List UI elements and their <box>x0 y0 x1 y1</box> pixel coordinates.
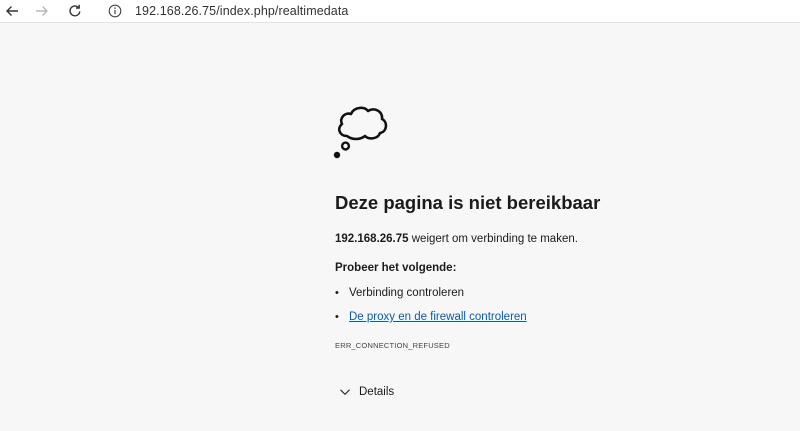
error-host: 192.168.26.75 <box>335 233 409 245</box>
error-code: ERR_CONNECTION_REFUSED <box>335 341 450 350</box>
chevron-down-icon <box>339 386 351 398</box>
details-label: Details <box>359 386 395 398</box>
list-item: • De proxy en de firewall controleren <box>335 311 527 323</box>
reload-button[interactable] <box>63 0 87 22</box>
reload-icon <box>69 4 81 17</box>
forward-button[interactable] <box>30 0 54 22</box>
suggestions-list: • Verbinding controleren • De proxy en de … <box>335 287 527 335</box>
back-button[interactable] <box>0 0 24 22</box>
info-icon[interactable] <box>107 3 123 19</box>
back-arrow-icon <box>6 6 18 16</box>
suggestion-check-connection: Verbinding controleren <box>349 287 465 299</box>
error-message-rest: weigert om verbinding te maken. <box>408 233 578 245</box>
address-bar[interactable]: 192.168.26.75/index.php/realtimedata <box>98 0 798 22</box>
thought-cloud-icon <box>333 106 388 159</box>
error-message: 192.168.26.75 weigert om verbinding te m… <box>335 233 578 245</box>
suggestions-heading: Probeer het volgende: <box>335 262 457 274</box>
suggestion-proxy-firewall-link[interactable]: De proxy en de firewall controleren <box>349 311 527 323</box>
list-item: • Verbinding controleren <box>335 287 465 299</box>
url-text[interactable]: 192.168.26.75/index.php/realtimedata <box>135 4 348 18</box>
details-button[interactable]: Details <box>339 386 394 398</box>
browser-toolbar: 192.168.26.75/index.php/realtimedata <box>0 0 800 23</box>
error-title: Deze pagina is niet bereikbaar <box>335 192 601 213</box>
forward-arrow-icon <box>36 6 48 16</box>
